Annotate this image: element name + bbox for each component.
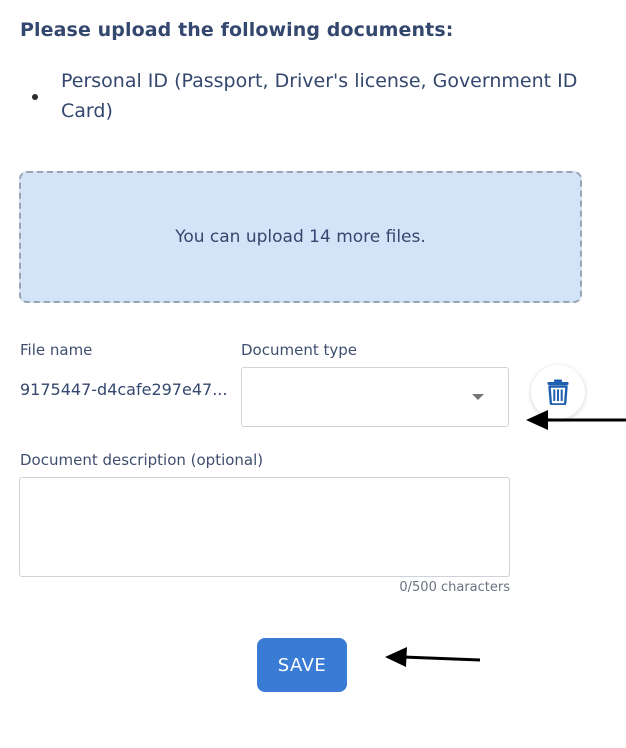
required-documents-list: Personal ID (Passport, Driver's license,…	[0, 66, 601, 126]
list-item: Personal ID (Passport, Driver's license,…	[0, 66, 601, 126]
file-name-value: 9175447-d4cafe297e47...	[20, 380, 228, 399]
trash-icon	[547, 379, 569, 405]
page-heading: Please upload the following documents:	[20, 19, 454, 41]
character-counter: 0/500 characters	[399, 580, 510, 595]
bullet-icon	[32, 94, 38, 100]
description-label: Document description (optional)	[20, 451, 264, 469]
document-type-label: Document type	[241, 341, 357, 359]
arrow-left-icon	[526, 410, 626, 430]
document-type-select[interactable]	[241, 367, 509, 427]
arrow-left-icon	[385, 647, 481, 667]
description-textarea[interactable]	[19, 477, 510, 577]
chevron-down-icon	[472, 394, 484, 400]
file-dropzone[interactable]: You can upload 14 more files.	[19, 171, 582, 303]
dropzone-text: You can upload 14 more files.	[175, 227, 426, 247]
save-button[interactable]: SAVE	[257, 638, 347, 692]
document-requirement: Personal ID (Passport, Driver's license,…	[61, 70, 578, 122]
file-name-label: File name	[20, 341, 93, 359]
